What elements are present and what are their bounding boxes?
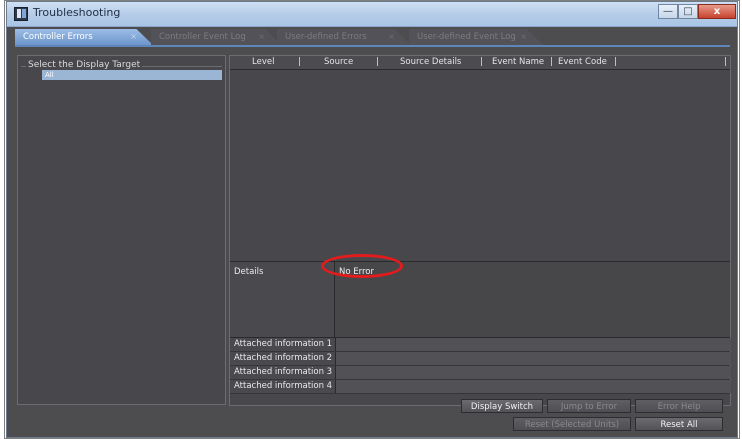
tab-controller-errors[interactable]: Controller Errors × (15, 29, 153, 45)
column-separator[interactable]: | (298, 56, 301, 68)
tab-close-icon[interactable]: × (130, 29, 137, 45)
error-table-body[interactable] (230, 70, 730, 262)
column-separator[interactable]: | (724, 56, 727, 68)
highlight-ring (321, 254, 403, 278)
column-separator[interactable]: | (480, 56, 483, 68)
tab-label: User-defined Errors (285, 32, 367, 42)
column-header-event-name[interactable]: Event Name (492, 56, 544, 68)
attached-info-label: Attached information 1 (234, 339, 333, 349)
reset-selected-units-button[interactable]: Reset (Selected Units) (513, 417, 631, 431)
maximize-button[interactable]: □ (678, 4, 698, 19)
display-target-heading: Select the Display Target (26, 60, 143, 70)
app-icon (14, 7, 28, 21)
tab-controller-event-log[interactable]: Controller Event Log × (151, 29, 281, 45)
column-separator[interactable]: | (550, 56, 553, 68)
tab-label: Controller Errors (23, 32, 93, 42)
reset-all-button[interactable]: Reset All (635, 417, 723, 431)
error-help-button[interactable]: Error Help (635, 399, 723, 413)
tab-label: User-defined Event Log (417, 32, 516, 42)
tab-strip: Controller Errors × Controller Event Log… (15, 29, 730, 47)
details-label-cell: Details (230, 262, 335, 338)
column-separator[interactable]: | (376, 56, 379, 68)
attached-info-row: Attached information 2 (230, 352, 731, 366)
title-bar[interactable]: Troubleshooting — □ x (7, 2, 737, 27)
minimize-button[interactable]: — (658, 4, 678, 19)
tab-label: Controller Event Log (159, 32, 246, 42)
column-header-source-details[interactable]: Source Details (400, 56, 461, 68)
details-label: Details (234, 267, 264, 277)
window-title: Troubleshooting (33, 6, 121, 19)
attached-info-value (335, 380, 731, 393)
error-panel: Level | Source | Source Details | Event … (229, 55, 731, 406)
tab-user-defined-event-log[interactable]: User-defined Event Log × (409, 29, 543, 45)
display-target-panel: Select the Display Target All (17, 55, 226, 405)
attached-info-row: Attached information 4 (230, 380, 731, 394)
target-item-all[interactable]: All (42, 70, 222, 80)
column-header-level[interactable]: Level (252, 56, 274, 68)
column-header-event-code[interactable]: Event Code (558, 56, 607, 68)
tab-close-icon[interactable]: × (258, 29, 265, 45)
attached-info-label: Attached information 4 (234, 381, 333, 391)
display-switch-button[interactable]: Display Switch (461, 399, 543, 413)
attached-info-value (335, 366, 731, 379)
attached-info-row: Attached information 1 (230, 338, 731, 352)
attached-info-label: Attached information 3 (234, 367, 333, 377)
jump-to-error-button[interactable]: Jump to Error (547, 399, 631, 413)
column-header-source[interactable]: Source (324, 56, 353, 68)
close-button[interactable]: x (698, 4, 736, 19)
attached-info-value (335, 338, 731, 351)
column-separator[interactable]: | (614, 56, 617, 68)
attached-info-row: Attached information 3 (230, 366, 731, 380)
troubleshooting-window: Troubleshooting — □ x Controller Errors … (6, 1, 738, 438)
tab-close-icon[interactable]: × (388, 29, 395, 45)
details-area: Details No Error Attached information 1 … (230, 254, 731, 405)
attached-info-label: Attached information 2 (234, 353, 333, 363)
tab-user-defined-errors[interactable]: User-defined Errors × (277, 29, 411, 45)
tab-close-icon[interactable]: × (520, 29, 527, 45)
attached-info-value (335, 352, 731, 365)
error-table-header: Level | Source | Source Details | Event … (230, 56, 730, 70)
details-value-cell: No Error (321, 254, 730, 338)
